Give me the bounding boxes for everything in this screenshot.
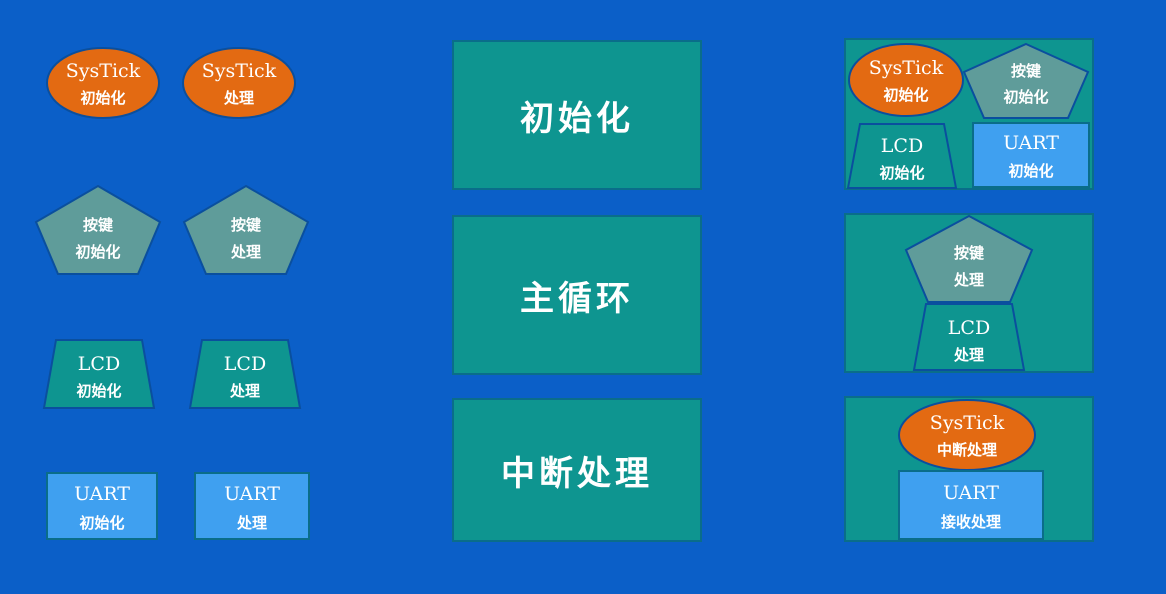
uart-init-rect: UART 初始化: [46, 472, 158, 540]
init-panel-key-line1: 按键: [1011, 62, 1041, 80]
main-loop-panel-key-line1: 按键: [954, 244, 984, 262]
lcd-init-trapezoid: LCD 初始化: [42, 339, 156, 409]
lcd-proc-line1: LCD: [224, 353, 266, 375]
main-loop-panel-lcd-line1: LCD: [948, 317, 990, 339]
lcd-init-line1: LCD: [78, 353, 120, 375]
main-loop-panel-key-pentagon: 按键 处理: [904, 214, 1034, 303]
interrupt-panel-systick-ellipse: SysTick 中断处理: [898, 399, 1036, 471]
lcd-proc-trapezoid: LCD 处理: [188, 339, 302, 409]
key-proc-line2: 处理: [230, 243, 261, 261]
systick-init-line2: 初始化: [80, 89, 125, 107]
stage-interrupt-box: 中断处理: [452, 398, 702, 542]
lcd-proc-line2: 处理: [229, 382, 260, 400]
main-loop-panel-lcd-line2: 处理: [953, 346, 984, 364]
uart-proc-line2: 处理: [236, 514, 267, 532]
uart-proc-line1: UART: [224, 483, 280, 505]
key-proc-pentagon: 按键 处理: [182, 184, 310, 275]
systick-proc-line1: SysTick: [202, 60, 277, 82]
init-panel-lcd-line2: 初始化: [879, 164, 924, 182]
init-panel-systick-line1: SysTick: [869, 57, 944, 79]
systick-proc-ellipse: SysTick 处理: [182, 47, 296, 119]
systick-init-ellipse: SysTick 初始化: [46, 47, 160, 119]
key-init-line1: 按键: [83, 216, 113, 234]
init-panel-uart-rect: UART 初始化: [972, 122, 1090, 188]
init-panel-lcd-trapezoid: LCD 初始化: [846, 123, 958, 189]
interrupt-panel-uart-rect: UART 接收处理: [898, 470, 1044, 540]
main-loop-panel-lcd-trapezoid: LCD 处理: [912, 303, 1026, 371]
interrupt-panel-uart-line2: 接收处理: [941, 513, 1001, 531]
main-loop-panel-key-line2: 处理: [953, 271, 984, 289]
stage-main-loop-box: 主循环: [452, 215, 702, 375]
init-panel-systick-ellipse: SysTick 初始化: [848, 43, 964, 117]
key-init-pentagon: 按键 初始化: [34, 184, 162, 275]
interrupt-panel-systick-line1: SysTick: [930, 412, 1005, 434]
interrupt-panel-uart-line1: UART: [943, 482, 999, 504]
systick-init-line1: SysTick: [66, 60, 141, 82]
init-panel-systick-line2: 初始化: [883, 86, 928, 104]
uart-init-line2: 初始化: [79, 514, 124, 532]
uart-init-line1: UART: [74, 483, 130, 505]
key-proc-line1: 按键: [231, 216, 261, 234]
stage-init-box: 初始化: [452, 40, 702, 190]
key-init-line2: 初始化: [75, 243, 120, 261]
init-panel-key-line2: 初始化: [1003, 88, 1048, 106]
interrupt-panel-systick-line2: 中断处理: [937, 441, 997, 459]
uart-proc-rect: UART 处理: [194, 472, 310, 540]
lcd-init-line2: 初始化: [76, 382, 121, 400]
init-panel-lcd-line1: LCD: [881, 135, 923, 157]
init-panel-uart-line2: 初始化: [1008, 162, 1053, 180]
systick-proc-line2: 处理: [223, 89, 254, 107]
init-panel-key-pentagon: 按键 初始化: [962, 42, 1090, 119]
init-panel-uart-line1: UART: [1003, 132, 1059, 154]
